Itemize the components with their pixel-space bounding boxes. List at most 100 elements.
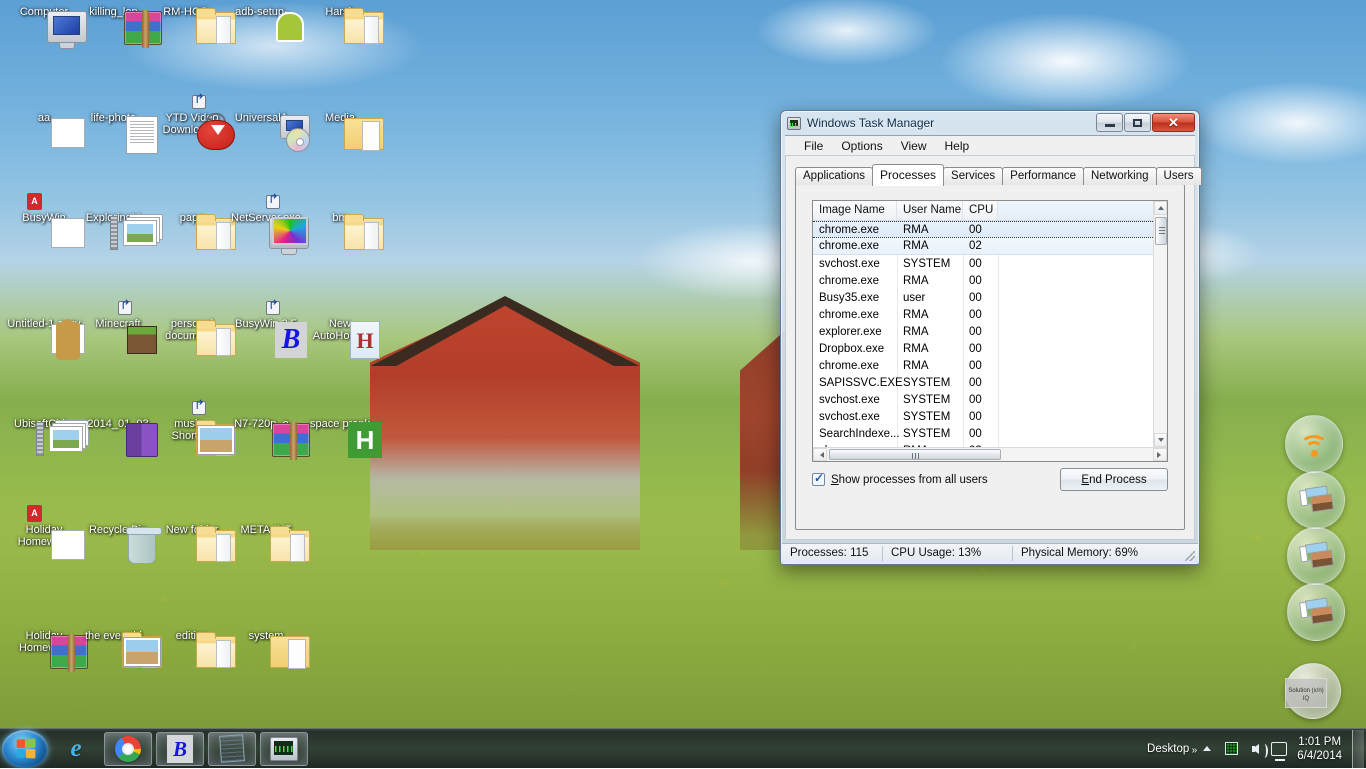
taskbar-notepad[interactable]	[208, 732, 256, 766]
desktop-icon[interactable]: music - Shortcut	[154, 418, 230, 442]
process-row[interactable]: Busy35.exeuser00	[813, 289, 1153, 306]
desktop-icon[interactable]: system	[228, 630, 304, 642]
restore-button[interactable]	[1124, 113, 1151, 132]
column-header-row[interactable]: Image Name User Name CPU	[813, 201, 1167, 221]
desktop-icon[interactable]: AHoliday Homewo...	[6, 524, 82, 548]
show-desktop-button[interactable]	[1352, 730, 1364, 768]
taskbar[interactable]: e B Desktop » 1:01 PM 6/4/2014	[0, 728, 1366, 768]
show-all-users-row[interactable]: Show processes from all users	[812, 473, 988, 486]
photo-gadget-2[interactable]	[1287, 527, 1345, 585]
desktop-icon[interactable]: Untitled-1 copy	[6, 318, 82, 330]
desktop-icon[interactable]: the everythi...	[80, 630, 156, 642]
title-bar[interactable]: Windows Task Manager ✕	[781, 111, 1199, 135]
tray-desktop-toolbar[interactable]: Desktop »	[1141, 743, 1195, 755]
chevron-right-icon[interactable]: »	[1192, 745, 1198, 756]
horizontal-scrollbar[interactable]	[813, 447, 1167, 461]
menu-options[interactable]: Options	[832, 137, 891, 155]
minimize-button[interactable]	[1096, 113, 1123, 132]
process-row[interactable]: svchost.exeSYSTEM00	[813, 408, 1153, 425]
menu-file[interactable]: File	[795, 137, 832, 155]
tab-performance[interactable]: Performance	[1002, 167, 1084, 185]
taskbar-task-manager[interactable]	[260, 732, 308, 766]
desktop-icon[interactable]: papa	[154, 212, 230, 224]
photo-gadget-1[interactable]	[1287, 471, 1345, 529]
desktop-icon[interactable]: HNew AutoHotk...	[302, 318, 378, 342]
desktop-icon[interactable]: Recycle Bin	[80, 524, 156, 536]
desktop-icon[interactable]: editing	[154, 630, 230, 642]
desktop-icon[interactable]: Harsh	[302, 6, 378, 18]
desktop-icon[interactable]: killing_lon...	[80, 6, 156, 18]
desktop-icon[interactable]: New folder	[154, 524, 230, 536]
desktop-icon[interactable]: ABusyWin	[6, 212, 82, 224]
process-row[interactable]: explorer.exeRMA00	[813, 323, 1153, 340]
desktop-icon[interactable]: 2014_01_03	[80, 418, 156, 430]
taskbar-busywin[interactable]: B	[156, 732, 204, 766]
close-button[interactable]: ✕	[1152, 113, 1195, 132]
process-row[interactable]: chrome.exeRMA02	[813, 238, 1153, 255]
desktop-icon[interactable]: RM-HOS-...	[154, 6, 230, 18]
desktop-icon[interactable]: adb-setup-...	[228, 6, 304, 18]
scroll-right-arrow-icon[interactable]	[1153, 448, 1167, 461]
tab-strip[interactable]: Applications Processes Services Performa…	[795, 165, 1185, 185]
column-header-image-name[interactable]: Image Name	[813, 201, 897, 220]
process-row[interactable]: chrome.exeRMA00	[813, 221, 1153, 238]
tab-networking[interactable]: Networking	[1083, 167, 1157, 185]
horizontal-scroll-thumb[interactable]	[829, 449, 1001, 460]
column-header-filler[interactable]	[998, 201, 1167, 220]
scroll-up-arrow-icon[interactable]	[1154, 201, 1167, 215]
resize-grip-icon[interactable]	[1185, 551, 1195, 561]
desktop-icon[interactable]: life-photo...	[80, 112, 156, 124]
process-list[interactable]: Image Name User Name CPU chrome.exeRMA00…	[812, 200, 1168, 462]
wifi-feed-gadget[interactable]	[1285, 415, 1343, 473]
tab-users[interactable]: Users	[1156, 167, 1202, 185]
menu-bar[interactable]: File Options View Help	[785, 135, 1195, 156]
desktop-icon[interactable]: BBusyWin 3.5	[228, 318, 304, 330]
desktop-icon[interactable]: UniversalA...	[228, 112, 304, 124]
tray-network-meter-icon[interactable]	[1220, 737, 1242, 761]
process-rows[interactable]: chrome.exeRMA00chrome.exeRMA02svchost.ex…	[813, 221, 1153, 447]
process-row[interactable]: chrome.exeRMA00	[813, 272, 1153, 289]
desktop-icon[interactable]: aa	[6, 112, 82, 124]
tab-services[interactable]: Services	[943, 167, 1003, 185]
desktop-icon[interactable]: UbisoftChi...	[6, 418, 82, 430]
clock[interactable]: 1:01 PM 6/4/2014	[1291, 735, 1350, 763]
desktop-icon[interactable]: YTD Video Downloader	[154, 112, 230, 136]
scroll-left-arrow-icon[interactable]	[813, 448, 827, 461]
photo-gadget-3[interactable]	[1287, 583, 1345, 641]
desktop-icon[interactable]: Holiday Homewo.r	[6, 630, 82, 654]
desktop-icon[interactable]: personal documents	[154, 318, 230, 342]
network-icon[interactable]	[1268, 737, 1290, 761]
menu-help[interactable]: Help	[936, 137, 979, 155]
volume-icon[interactable]	[1244, 737, 1266, 761]
desktop-icon[interactable]: NetServer.exe	[228, 212, 304, 224]
column-header-cpu[interactable]: CPU	[963, 201, 998, 220]
task-manager-window[interactable]: Windows Task Manager ✕ File Options View…	[780, 110, 1200, 565]
tab-applications[interactable]: Applications	[795, 167, 873, 185]
desktop-icon[interactable]: ExploringM...	[80, 212, 156, 224]
desktop-icon[interactable]: bm	[302, 212, 378, 224]
desktop-icon[interactable]: META-INF	[228, 524, 304, 536]
show-hidden-icons-button[interactable]	[1196, 737, 1218, 761]
process-row[interactable]: SearchIndexe...SYSTEM00	[813, 425, 1153, 442]
desktop-icon[interactable]: Media	[302, 112, 378, 124]
vertical-scroll-thumb[interactable]	[1155, 217, 1167, 245]
start-button[interactable]	[2, 730, 48, 768]
desktop-icon[interactable]: Minecraft	[80, 318, 156, 330]
taskbar-google-chrome[interactable]	[104, 732, 152, 766]
menu-view[interactable]: View	[892, 137, 936, 155]
vertical-scrollbar[interactable]	[1153, 201, 1167, 447]
taskbar-internet-explorer[interactable]: e	[52, 732, 100, 766]
system-tray[interactable]: Desktop » 1:01 PM 6/4/2014	[1141, 729, 1366, 769]
show-all-users-checkbox[interactable]	[812, 473, 825, 486]
process-row[interactable]: svchost.exeSYSTEM00	[813, 391, 1153, 408]
process-row[interactable]: svchost.exeSYSTEM00	[813, 255, 1153, 272]
desktop-icon[interactable]: Computer	[6, 6, 82, 18]
process-row[interactable]: chrome.exeRMA00	[813, 306, 1153, 323]
process-row[interactable]: Dropbox.exeRMA00	[813, 340, 1153, 357]
process-row[interactable]: chrome.exeRMA00	[813, 357, 1153, 374]
desktop-icon[interactable]: Hspace prank	[302, 418, 378, 430]
desktop-icon[interactable]: N7-720p_o...	[228, 418, 304, 430]
scroll-down-arrow-icon[interactable]	[1154, 433, 1167, 447]
tab-processes[interactable]: Processes	[872, 164, 944, 186]
column-header-user-name[interactable]: User Name	[897, 201, 963, 220]
